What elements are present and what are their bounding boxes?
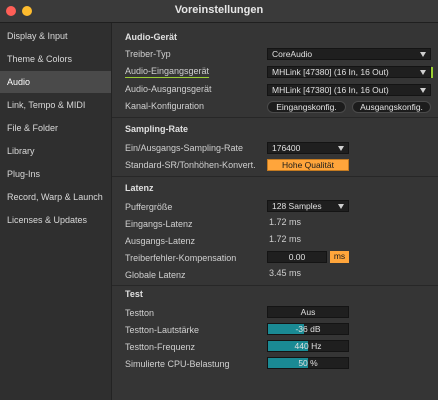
buffer-size-value: 128 Samples bbox=[272, 201, 322, 211]
default-sr-label: Standard-SR/Tonhöhen-Konvert. bbox=[125, 160, 256, 170]
driver-type-dropdown[interactable]: CoreAudio bbox=[267, 48, 431, 60]
test-tone-volume-slider[interactable]: -36 dB bbox=[267, 323, 349, 335]
sidebar-item-licenses-updates[interactable]: Licenses & Updates bbox=[0, 209, 111, 231]
sidebar-item-theme-colors[interactable]: Theme & Colors bbox=[0, 48, 111, 70]
io-sample-rate-label: Ein/Ausgangs-Sampling-Rate bbox=[125, 143, 244, 153]
io-sample-rate-dropdown[interactable]: 176400 bbox=[267, 142, 349, 154]
chevron-down-icon bbox=[420, 88, 426, 93]
chevron-down-icon bbox=[338, 146, 344, 151]
preferences-window: Voreinstellungen Display & Input Theme &… bbox=[0, 0, 438, 400]
driver-type-value: CoreAudio bbox=[272, 49, 313, 59]
input-device-label: Audio-Eingangsgerät bbox=[125, 66, 210, 76]
sidebar-item-link-tempo-midi[interactable]: Link, Tempo & MIDI bbox=[0, 94, 111, 116]
driver-type-label: Treiber-Typ bbox=[125, 49, 171, 59]
input-latency-label: Eingangs-Latenz bbox=[125, 219, 193, 229]
title-bar: Voreinstellungen bbox=[0, 0, 438, 23]
sidebar-item-plug-ins[interactable]: Plug-Ins bbox=[0, 163, 111, 185]
io-sample-rate-value: 176400 bbox=[272, 143, 301, 153]
output-latency-label: Ausgangs-Latenz bbox=[125, 236, 196, 246]
cpu-load-slider[interactable]: 50 % bbox=[267, 357, 349, 369]
sidebar-item-display-input[interactable]: Display & Input bbox=[0, 25, 111, 47]
section-heading-test: Test bbox=[125, 289, 143, 299]
sidebar-item-file-folder[interactable]: File & Folder bbox=[0, 117, 111, 139]
output-latency-value: 1.72 ms bbox=[269, 234, 302, 244]
overall-latency-value: 3.45 ms bbox=[269, 268, 302, 278]
test-tone-label: Testton bbox=[125, 308, 155, 318]
section-divider bbox=[112, 117, 438, 118]
input-device-value: MHLink [47380] (16 In, 16 Out) bbox=[272, 67, 389, 77]
driver-error-comp-label: Treiberfehler-Kompensation bbox=[125, 253, 237, 263]
section-heading-latency: Latenz bbox=[125, 183, 154, 193]
test-tone-toggle[interactable]: Aus bbox=[267, 306, 349, 318]
default-sr-quality-button[interactable]: Hohe Qualität bbox=[267, 159, 349, 171]
sidebar-item-audio[interactable]: Audio bbox=[0, 71, 111, 93]
buffer-size-dropdown[interactable]: 128 Samples bbox=[267, 200, 349, 212]
section-divider bbox=[112, 176, 438, 177]
buffer-size-label: Puffergröße bbox=[125, 202, 173, 212]
chevron-down-icon bbox=[420, 52, 426, 57]
section-heading-audio-device: Audio-Gerät bbox=[125, 32, 178, 42]
chevron-down-icon bbox=[420, 70, 426, 75]
window-title: Voreinstellungen bbox=[174, 4, 264, 16]
sidebar-item-record-warp-launch[interactable]: Record, Warp & Launch bbox=[0, 186, 111, 208]
output-device-value: MHLink [47380] (16 In, 16 Out) bbox=[272, 85, 389, 95]
chevron-down-icon bbox=[338, 204, 344, 209]
input-latency-value: 1.72 ms bbox=[269, 217, 302, 227]
test-tone-volume-value: -36 dB bbox=[295, 324, 321, 334]
sidebar: Display & Input Theme & Colors Audio Lin… bbox=[0, 23, 112, 400]
output-device-label: Audio-Ausgangsgerät bbox=[125, 84, 212, 94]
overall-latency-label: Globale Latenz bbox=[125, 270, 186, 280]
input-device-dropdown[interactable]: MHLink [47380] (16 In, 16 Out) bbox=[267, 66, 433, 78]
channel-config-label: Kanal-Konfiguration bbox=[125, 101, 205, 111]
section-divider bbox=[112, 285, 438, 286]
cpu-load-value: 50 % bbox=[298, 358, 318, 368]
focus-marker bbox=[431, 67, 433, 78]
audio-preferences-panel: Audio-Gerät Treiber-Typ CoreAudio Audio-… bbox=[112, 23, 438, 400]
test-tone-volume-label: Testton-Lautstärke bbox=[125, 325, 200, 335]
output-config-button[interactable]: Ausgangskonfig. bbox=[352, 101, 431, 113]
cpu-load-label: Simulierte CPU-Belastung bbox=[125, 359, 230, 369]
test-tone-frequency-value: 440 Hz bbox=[294, 341, 322, 351]
section-heading-sample-rate: Sampling-Rate bbox=[125, 124, 189, 134]
sidebar-item-library[interactable]: Library bbox=[0, 140, 111, 162]
driver-error-comp-unit: ms bbox=[330, 251, 349, 263]
test-tone-frequency-slider[interactable]: 440 Hz bbox=[267, 340, 349, 352]
driver-error-comp-field[interactable]: 0.00 bbox=[267, 251, 327, 263]
input-config-button[interactable]: Eingangskonfig. bbox=[267, 101, 346, 113]
output-device-dropdown[interactable]: MHLink [47380] (16 In, 16 Out) bbox=[267, 84, 431, 96]
test-tone-value: Aus bbox=[300, 307, 316, 317]
test-tone-frequency-label: Testton-Frequenz bbox=[125, 342, 196, 352]
